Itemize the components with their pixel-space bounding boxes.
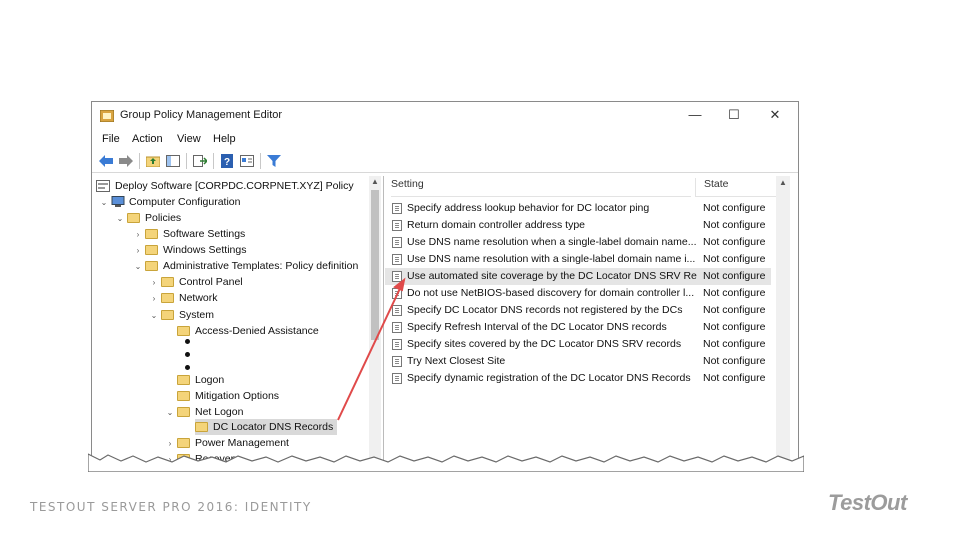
- testout-logo: TestOut: [828, 490, 907, 515]
- annotation-arrow: [337, 277, 406, 421]
- footer-course-title: TESTOUT SERVER PRO 2016: IDENTITY: [30, 500, 312, 514]
